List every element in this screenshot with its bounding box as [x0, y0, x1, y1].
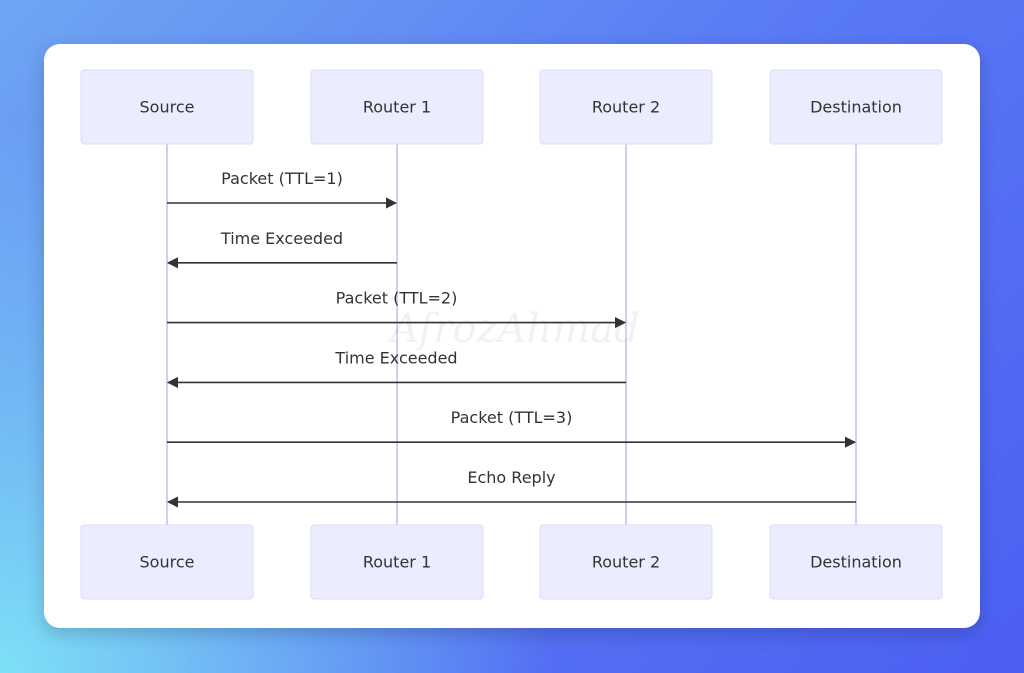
message-label: Packet (TTL=3): [451, 408, 573, 427]
message-label: Echo Reply: [467, 468, 555, 487]
message: Packet (TTL=3): [167, 408, 857, 448]
message-label: Time Exceeded: [334, 348, 457, 367]
actor-bottom[interactable]: Router 1: [310, 524, 484, 600]
actor-label: Router 1: [363, 553, 431, 572]
actor-label: Destination: [810, 98, 902, 117]
actor-top[interactable]: Router 2: [539, 69, 713, 145]
actor-label: Destination: [810, 553, 902, 572]
message: Time Exceeded: [166, 229, 397, 269]
actor-label: Source: [140, 98, 195, 117]
actor-top[interactable]: Router 1: [310, 69, 484, 145]
actor-bottom[interactable]: Destination: [769, 524, 943, 600]
actor-label: Source: [140, 553, 195, 572]
actor-top[interactable]: Source: [80, 69, 254, 145]
sequence-diagram: AfrozAhmad Packet (TTL=1) Time Exceeded Pa…: [80, 69, 943, 600]
actor-bottom[interactable]: Router 2: [539, 524, 713, 600]
message-label: Time Exceeded: [220, 229, 343, 248]
watermark-logo: AfrozAhmad: [386, 306, 639, 352]
actor-label: Router 2: [592, 553, 660, 572]
message: Echo Reply: [166, 468, 856, 508]
message: Packet (TTL=1): [167, 169, 398, 209]
actor-top[interactable]: Destination: [769, 69, 943, 145]
actor-bottom[interactable]: Source: [80, 524, 254, 600]
actor-label: Router 1: [363, 98, 431, 117]
actor-label: Router 2: [592, 98, 660, 117]
message-label: Packet (TTL=1): [221, 169, 343, 188]
message-label: Packet (TTL=2): [336, 289, 458, 308]
